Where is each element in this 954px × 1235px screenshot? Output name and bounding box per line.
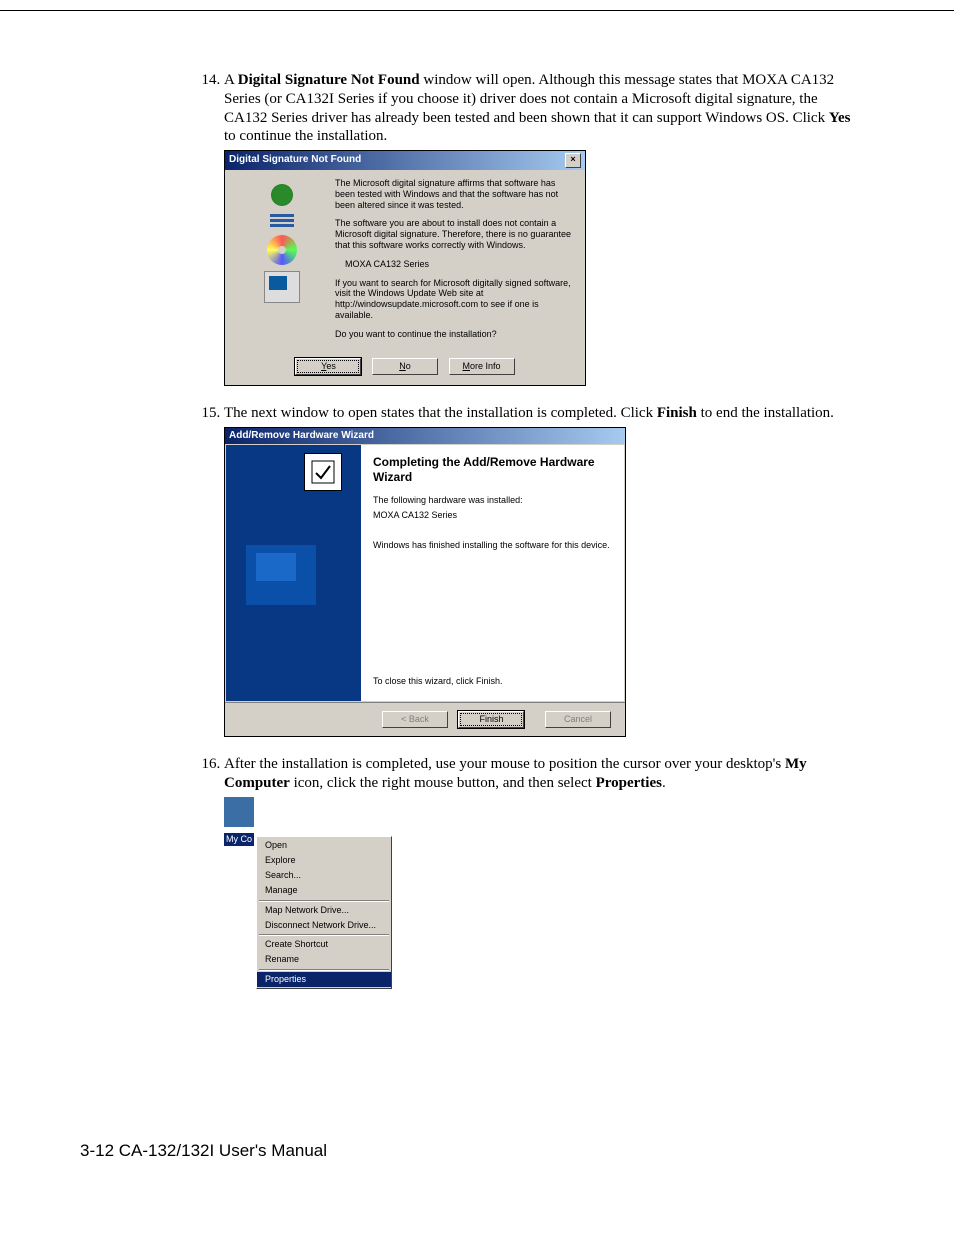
step15-text-b: to end the installation. xyxy=(697,405,834,421)
cancel-button: Cancel xyxy=(545,711,611,728)
step-15: The next window to open states that the … xyxy=(224,404,854,738)
dlg1-p3: If you want to search for Microsoft digi… xyxy=(335,278,575,321)
wizard-product: MOXA CA132 Series xyxy=(373,510,612,521)
desktop-snippet: My Co Open Explore Search... Manage Map … xyxy=(224,797,394,1001)
list-icon xyxy=(270,212,294,229)
menu-map-drive[interactable]: Map Network Drive... xyxy=(257,903,391,918)
wizard-p1: The following hardware was installed: xyxy=(373,495,612,506)
page-footer: 3-12 CA-132/132I User's Manual xyxy=(80,1141,874,1161)
hardware-icon xyxy=(304,453,342,491)
hardware-wizard-dialog: Add/Remove Hardware Wizard Completing th… xyxy=(224,427,626,738)
menu-create-shortcut[interactable]: Create Shortcut xyxy=(257,937,391,952)
dlg1-p2: The software you are about to install do… xyxy=(335,218,575,250)
back-button: < Back xyxy=(382,711,448,728)
step16-text-c: . xyxy=(662,775,666,791)
step15-text-a: The next window to open states that the … xyxy=(224,405,657,421)
step14-bold2: Yes xyxy=(829,110,851,126)
menu-separator xyxy=(259,900,389,902)
dlg2-body: Completing the Add/Remove Hardware Wizar… xyxy=(226,445,624,701)
context-menu: Open Explore Search... Manage Map Networ… xyxy=(256,836,392,989)
globe-icon xyxy=(271,184,293,206)
step-16: After the installation is completed, use… xyxy=(224,755,854,1001)
dlg1-title: Digital Signature Not Found xyxy=(229,154,361,167)
menu-explore[interactable]: Explore xyxy=(257,853,391,868)
wizard-p2: Windows has finished installing the soft… xyxy=(373,540,612,551)
my-computer-label: My Co xyxy=(224,833,254,846)
step16-bold2: Properties xyxy=(596,775,662,791)
wizard-heading: Completing the Add/Remove Hardware Wizar… xyxy=(373,455,612,485)
no-t: o xyxy=(406,361,411,371)
menu-manage[interactable]: Manage xyxy=(257,883,391,898)
menu-separator xyxy=(259,934,389,936)
dlg1-product: MOXA CA132 Series xyxy=(335,259,575,270)
step-14: A Digital Signature Not Found window wil… xyxy=(224,71,854,386)
menu-open[interactable]: Open xyxy=(257,838,391,853)
dlg2-button-row: < Back Finish Cancel xyxy=(225,702,625,736)
digital-signature-dialog: Digital Signature Not Found × The Micros… xyxy=(224,150,586,386)
content-area: A Digital Signature Not Found window wil… xyxy=(200,71,854,1001)
more-u: M xyxy=(463,361,471,371)
step-list: A Digital Signature Not Found window wil… xyxy=(200,71,854,1001)
step16-text-a: After the installation is completed, use… xyxy=(224,756,785,772)
menu-search[interactable]: Search... xyxy=(257,868,391,883)
yes-t: es xyxy=(326,361,336,371)
dlg2-titlebar: Add/Remove Hardware Wizard xyxy=(225,428,625,445)
dlg1-text-column: The Microsoft digital signature affirms … xyxy=(331,178,575,348)
more-t: ore Info xyxy=(470,361,501,371)
step16-text-b: icon, click the right mouse button, and … xyxy=(290,775,596,791)
menu-disconnect-drive[interactable]: Disconnect Network Drive... xyxy=(257,918,391,933)
dlg1-p4: Do you want to continue the installation… xyxy=(335,329,575,340)
menu-separator xyxy=(259,969,389,971)
more-info-button[interactable]: More Info xyxy=(449,358,515,375)
finish-button[interactable]: Finish xyxy=(458,711,524,728)
wizard-p3: To close this wizard, click Finish. xyxy=(373,676,612,687)
close-icon[interactable]: × xyxy=(565,153,581,168)
cd-icon xyxy=(267,235,297,265)
step14-text-a: A xyxy=(224,72,238,88)
step14-bold1: Digital Signature Not Found xyxy=(238,72,420,88)
wizard-sidebar xyxy=(226,445,361,701)
page: A Digital Signature Not Found window wil… xyxy=(0,10,954,1201)
step14-text-c: to continue the installation. xyxy=(224,128,387,144)
dlg1-p1: The Microsoft digital signature affirms … xyxy=(335,178,575,210)
computer-icon xyxy=(264,271,300,303)
my-computer-icon[interactable] xyxy=(224,797,254,827)
dlg1-titlebar: Digital Signature Not Found × xyxy=(225,151,585,170)
no-button[interactable]: No xyxy=(372,358,438,375)
sidebar-computer-icon xyxy=(246,545,316,605)
menu-rename[interactable]: Rename xyxy=(257,952,391,967)
dlg2-title: Add/Remove Hardware Wizard xyxy=(229,430,374,441)
dlg1-button-row: Yes No More Info xyxy=(225,352,585,385)
wizard-main: Completing the Add/Remove Hardware Wizar… xyxy=(361,445,624,701)
menu-properties[interactable]: Properties xyxy=(257,972,391,987)
dlg1-body: The Microsoft digital signature affirms … xyxy=(225,170,585,352)
step15-bold1: Finish xyxy=(657,405,697,421)
yes-button[interactable]: Yes xyxy=(295,358,361,375)
dlg1-icon-column xyxy=(233,178,331,348)
